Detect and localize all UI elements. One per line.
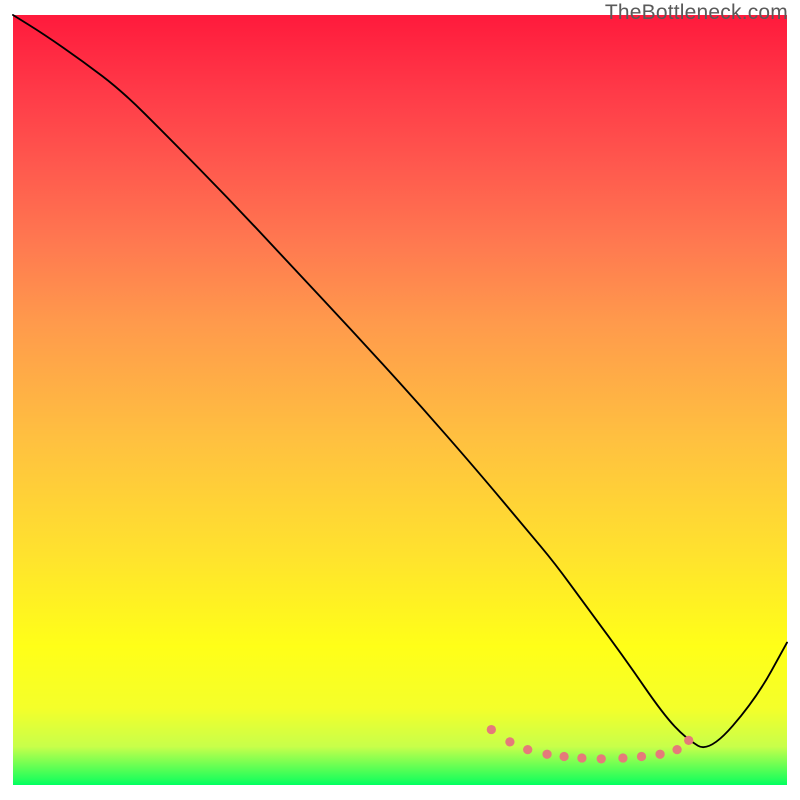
chart-svg — [13, 15, 787, 785]
trough-marker — [655, 750, 664, 759]
trough-marker — [505, 737, 514, 746]
trough-marker — [597, 754, 606, 763]
watermark-text: TheBottleneck.com — [605, 1, 788, 25]
trough-marker — [577, 753, 586, 762]
curve-layer — [13, 15, 787, 747]
main-curve-path — [13, 15, 787, 747]
trough-marker — [618, 753, 627, 762]
chart-container: TheBottleneck.com — [0, 0, 800, 800]
trough-markers-group — [487, 725, 694, 764]
trough-marker — [684, 736, 693, 745]
trough-marker — [559, 752, 568, 761]
trough-marker — [487, 725, 496, 734]
trough-marker — [523, 745, 532, 754]
plot-area — [13, 15, 787, 785]
trough-marker — [672, 745, 681, 754]
trough-marker — [637, 752, 646, 761]
trough-marker — [542, 750, 551, 759]
